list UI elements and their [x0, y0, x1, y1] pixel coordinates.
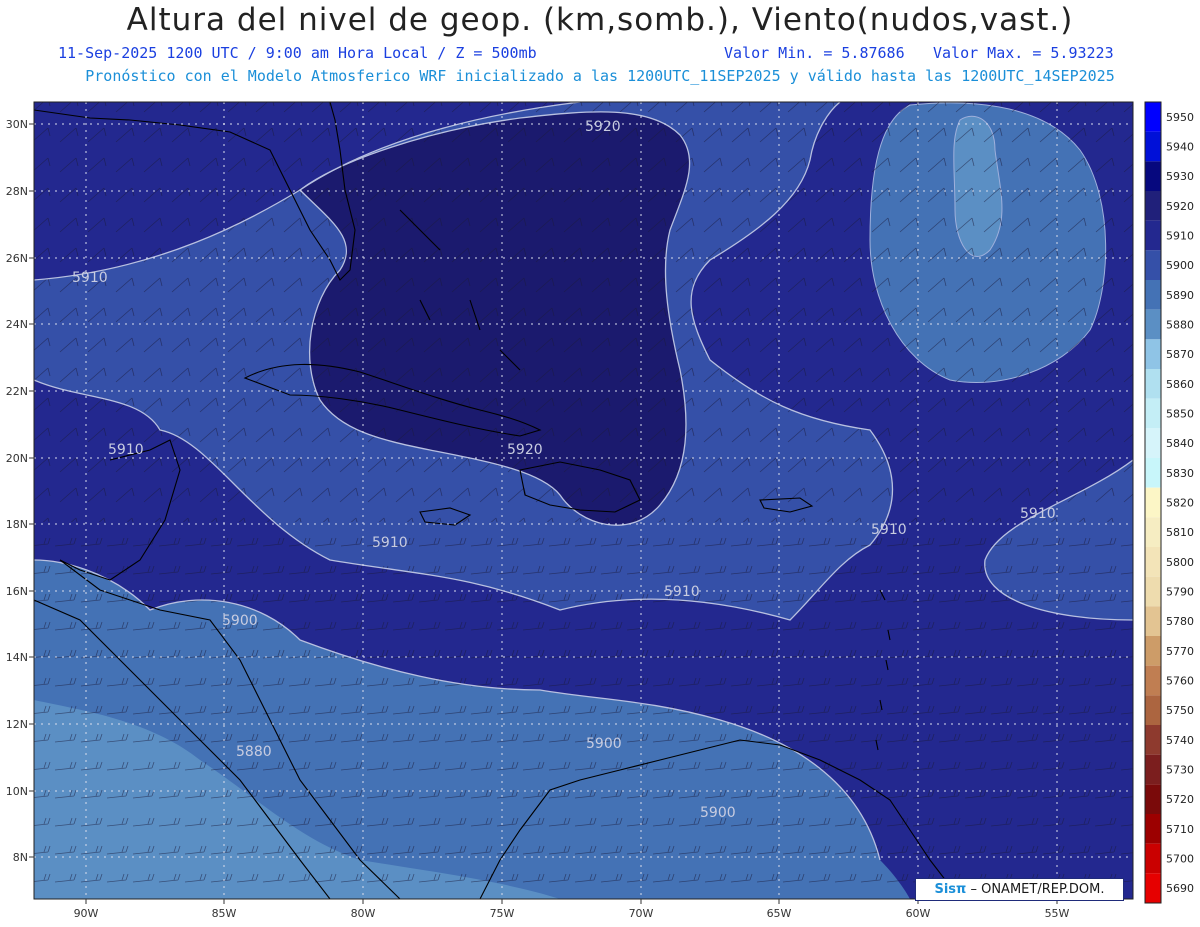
legend-label: 5710 [1166, 823, 1194, 836]
legend-label: 5700 [1166, 853, 1194, 866]
legend-swatch [1145, 873, 1161, 903]
lat-tick-label: 18N [6, 518, 28, 531]
contour-label: 5910 [664, 584, 700, 600]
legend-swatch [1145, 576, 1161, 607]
contour-label: 5910 [72, 270, 108, 286]
legend-label: 5920 [1166, 200, 1194, 213]
wind-barbs-south [34, 522, 1133, 899]
legend-label: 5940 [1166, 141, 1194, 154]
lat-tick-label: 12N [6, 718, 28, 731]
legend-label: 5690 [1166, 882, 1194, 895]
legend-label: 5730 [1166, 764, 1194, 777]
lon-tick-label: 80W [351, 907, 376, 920]
color-legend: 5950 5940 5930 5920 5910 5900 5890 5880 5870 5860… [1144, 101, 1194, 904]
legend-label: 5770 [1166, 645, 1194, 658]
lat-tick-label: 8N [13, 851, 28, 864]
lat-tick-label: 22N [6, 385, 28, 398]
legend-label: 5950 [1166, 111, 1194, 124]
legend-swatch [1145, 220, 1161, 251]
legend-swatch [1145, 606, 1161, 636]
contour-label: 5920 [507, 442, 543, 458]
lat-tick-label: 24N [6, 318, 28, 331]
lat-tick-label: 28N [6, 185, 28, 198]
legend-label: 5800 [1166, 556, 1194, 569]
legend-swatch [1145, 814, 1161, 844]
lon-tick-label: 55W [1045, 907, 1070, 920]
legend-label: 5870 [1166, 348, 1194, 361]
legend-label: 5910 [1166, 230, 1194, 243]
legend-label: 5880 [1166, 319, 1194, 332]
legend-swatch [1145, 754, 1161, 785]
contour-label: 5900 [222, 613, 258, 629]
legend-swatch [1145, 428, 1161, 458]
contour-label: 5920 [585, 119, 621, 135]
contour-label: 5910 [372, 535, 408, 551]
legend-swatch [1145, 695, 1161, 725]
legend-label: 5780 [1166, 615, 1194, 628]
credit-box: Sisπ – ONAMET/REP.DOM. [915, 878, 1124, 901]
legend-label: 5900 [1166, 259, 1194, 272]
legend-label: 5830 [1166, 467, 1194, 480]
lat-tick-label: 14N [6, 651, 28, 664]
lon-tick-label: 75W [490, 907, 515, 920]
legend-label: 5740 [1166, 734, 1194, 747]
legend-label: 5930 [1166, 170, 1194, 183]
legend-label: 5750 [1166, 704, 1194, 717]
lat-tick-label: 20N [6, 452, 28, 465]
legend-label: 5890 [1166, 289, 1194, 302]
legend-label: 5840 [1166, 437, 1194, 450]
legend-label: 5790 [1166, 586, 1194, 599]
legend-swatch [1145, 547, 1161, 577]
lon-tick-label: 90W [74, 907, 99, 920]
lat-tick-label: 10N [6, 785, 28, 798]
contour-label: 5910 [1020, 506, 1056, 522]
legend-label: 5850 [1166, 408, 1194, 421]
legend-swatch [1145, 665, 1161, 696]
legend-swatch [1145, 280, 1161, 310]
sispi-logo: Sisπ [934, 882, 967, 897]
legend-swatch [1145, 784, 1161, 814]
contour-label: 5910 [108, 442, 144, 458]
legend-swatch [1145, 309, 1161, 340]
legend-swatch [1145, 369, 1161, 399]
legend-label: 5810 [1166, 526, 1194, 539]
legend-swatch [1145, 517, 1161, 547]
legend-swatch [1145, 191, 1161, 221]
legend-swatch [1145, 843, 1161, 874]
contour-label: 5900 [700, 805, 736, 821]
legend-swatch [1145, 636, 1161, 666]
credit-org: – ONAMET/REP.DOM. [970, 882, 1105, 897]
contour-label: 5910 [871, 522, 907, 538]
lat-tick-label: 30N [6, 118, 28, 131]
legend-swatch [1145, 458, 1161, 488]
legend-swatch [1145, 102, 1161, 132]
lon-tick-label: 85W [212, 907, 237, 920]
legend-swatch [1145, 131, 1161, 162]
lat-tick-label: 16N [6, 585, 28, 598]
legend-label: 5720 [1166, 793, 1194, 806]
legend-swatch [1145, 398, 1161, 429]
lon-tick-label: 70W [629, 907, 654, 920]
contour-label: 5880 [236, 744, 272, 760]
lon-tick-label: 65W [767, 907, 792, 920]
legend-swatch [1145, 161, 1161, 191]
legend-label: 5820 [1166, 497, 1194, 510]
lat-tick-label: 26N [6, 252, 28, 265]
legend-label: 5760 [1166, 675, 1194, 688]
legend-swatch [1145, 725, 1161, 755]
lon-tick-label: 60W [906, 907, 931, 920]
wind-barbs-north [34, 102, 1133, 522]
legend-swatch [1145, 339, 1161, 369]
legend-swatch [1145, 487, 1161, 518]
contour-label: 5900 [586, 736, 622, 752]
legend-swatch [1145, 250, 1161, 280]
weather-map: 5920 5910 5910 5920 5910 5910 5910 5910 … [6, 101, 1194, 920]
map-panel: 5920 5910 5910 5920 5910 5910 5910 5910 … [34, 102, 1133, 899]
legend-label: 5860 [1166, 378, 1194, 391]
